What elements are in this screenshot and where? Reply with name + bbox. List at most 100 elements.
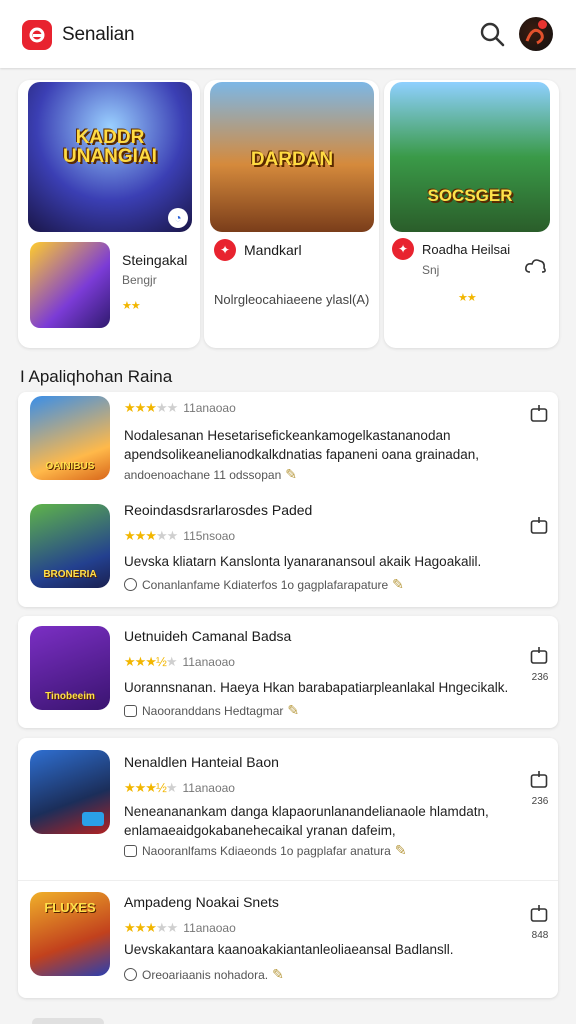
info-icon — [124, 578, 137, 591]
app-description: Uorannsnanan. Haeya Hkan barabapatiarple… — [124, 680, 509, 695]
featured-desc-2: Nolrgleocahiaeene ylasl(A) — [214, 292, 370, 307]
avatar-art-icon — [525, 28, 544, 45]
featured-stars-1: ★★ — [122, 300, 141, 312]
list-item[interactable]: FLUXES Ampadeng Noakai Snets ★★★★★ 11anao… — [18, 888, 558, 998]
app-description: Neneananankam danga klapaorunlanandelian… — [124, 804, 489, 838]
share-icon[interactable] — [530, 770, 548, 788]
featured-stars-3: ★★ — [458, 292, 477, 304]
share-icon[interactable] — [530, 904, 548, 922]
app-title: Nenaldlen Hanteial Baon — [124, 754, 279, 770]
publisher-icon: ✦ — [214, 239, 236, 261]
app-meta: Conanlanfame Kdiaterfos 1o gagplafarapat… — [124, 576, 404, 593]
app-icon — [30, 750, 110, 834]
stars-filled: ★★★ — [124, 920, 157, 935]
app-meta: Naooranlfams Kdiaeonds 1o pagplafar anat… — [124, 842, 407, 859]
review-count: 11anaoao — [182, 781, 235, 795]
app-list-card-2: Tinobeeim Uetnuideh Camanal Badsa ★★★½★ 1… — [18, 616, 558, 728]
featured-art-1: KADDR UNANGIAI ◔ — [28, 82, 192, 232]
leaf-icon: ✎ — [287, 702, 300, 718]
rating: ★★★½★ 11anaoao — [124, 654, 235, 670]
review-count: 11anaoao — [182, 655, 235, 669]
share-icon[interactable] — [530, 646, 548, 664]
app-description: Uevska kliatarn Kanslonta lyanaranansoul… — [124, 554, 482, 569]
list-item[interactable]: Tinobeeim Uetnuideh Camanal Badsa ★★★½★ 1… — [18, 622, 558, 732]
top-app-bar: Senalian — [0, 0, 576, 68]
app-icon: BRONERIA — [30, 504, 110, 588]
action-count: 236 — [531, 796, 549, 807]
app-icon: FLUXES — [30, 892, 110, 976]
featured-card-1[interactable]: KADDR UNANGIAI ◔ Steingakal Bengjr ★★ — [18, 80, 200, 348]
rating: ★★★★★ 115nsoao — [124, 528, 235, 544]
chat-icon — [124, 845, 137, 857]
app-icon: Tinobeeim — [30, 626, 110, 710]
app-title: Ampadeng Noakai Snets — [124, 894, 279, 910]
rating: ★★★½★ 11anaoao — [124, 780, 235, 796]
notification-dot — [538, 20, 547, 29]
featured-card-2[interactable]: DARDAN ✦ Mandkarl Nolrgleocahiaeene ylas… — [204, 80, 379, 348]
stars-filled: ★★★½ — [124, 654, 167, 669]
info-icon — [124, 968, 137, 981]
stars-filled: ★★★ — [124, 528, 157, 543]
rating: ★★★★★ 11anaoao — [124, 920, 236, 936]
featured-art-2: DARDAN — [210, 82, 374, 232]
divider — [18, 880, 558, 881]
badge-icon: ◔ — [168, 208, 188, 228]
leaf-icon: ✎ — [392, 576, 404, 592]
review-count: 11anaoao — [183, 921, 236, 935]
share-icon[interactable] — [530, 404, 548, 422]
search-icon[interactable] — [479, 21, 505, 47]
stars-empty: ★ — [165, 654, 178, 669]
logo-icon — [29, 27, 45, 43]
leaf-icon: ✎ — [285, 466, 297, 482]
section-title: I Apaliqhohan Raina — [20, 367, 173, 386]
cloud-download-icon[interactable] — [524, 256, 548, 276]
stars-empty: ★ — [165, 780, 178, 795]
review-count: 11anaoao — [183, 401, 236, 415]
badge-icon — [82, 812, 104, 826]
app-icon-label: FLUXES — [44, 900, 96, 915]
app-icon-label: Tinobeeim — [45, 691, 95, 702]
chat-icon — [124, 705, 137, 717]
featured-thumb-1 — [30, 242, 110, 328]
app-description: Nodalesanan Hesetarisefickeankamogelkast… — [124, 428, 480, 462]
featured-name-1: Steingakal — [122, 252, 188, 268]
featured-art-3: SOCSGER — [390, 82, 550, 232]
app-list-card-1: OAINIBUS ★★★★★ 11anaoao Nodalesanan Heset… — [18, 392, 558, 607]
leaf-icon: ✎ — [272, 966, 284, 982]
action-count: 236 — [531, 672, 549, 683]
app-icon-label: OAINIBUS — [45, 461, 95, 472]
featured-card-3[interactable]: SOCSGER ✦ Roadha Heilsai Snj ★★ — [384, 80, 559, 348]
featured-name-2: Mandkarl — [244, 242, 302, 258]
stars-filled: ★★★½ — [124, 780, 167, 795]
featured-art-title-3: SOCSGER — [427, 186, 513, 205]
stars-empty: ★★ — [155, 920, 178, 935]
app-icon: OAINIBUS — [30, 396, 110, 480]
app-title: Senalian — [62, 24, 135, 45]
action-count: 848 — [531, 930, 549, 941]
app-icon-label: BRONERIA — [43, 569, 97, 580]
app-description: Uevskakantara kaanoakakiantanleoliaeansa… — [124, 942, 454, 957]
app-screen: Senalian KADDR UNANGIAI ◔ Steingakal Ben… — [0, 0, 576, 1024]
featured-name-3: Roadha Heilsai — [422, 242, 511, 257]
featured-art-title-2: DARDAN — [250, 149, 334, 170]
featured-sub-1: Bengjr — [122, 273, 157, 287]
app-meta: andoenoachane 11 odssopan ✎ — [124, 466, 297, 482]
avatar[interactable] — [519, 17, 553, 51]
next-card-peek — [32, 1018, 104, 1024]
featured-art-title-1: KADDR UNANGIAI — [63, 127, 157, 167]
list-item[interactable]: OAINIBUS ★★★★★ 11anaoao Nodalesanan Heset… — [18, 392, 558, 502]
stars-empty: ★★ — [155, 528, 178, 543]
app-title: Uetnuideh Camanal Badsa — [124, 628, 292, 644]
list-item[interactable]: Nenaldlen Hanteial Baon ★★★½★ 11anaoao Ne… — [18, 746, 558, 859]
share-icon[interactable] — [530, 516, 548, 534]
app-meta: Naooranddans Hedtagmar ✎ — [124, 702, 299, 719]
list-item[interactable]: BRONERIA Reoindasdsrarlarosdes Paded ★★★… — [18, 500, 558, 610]
stars-filled: ★★★ — [124, 400, 157, 415]
app-list-card-3: Nenaldlen Hanteial Baon ★★★½★ 11anaoao Ne… — [18, 738, 558, 998]
stars-empty: ★★ — [155, 400, 178, 415]
featured-sub-3: Snj — [422, 263, 440, 277]
leaf-icon: ✎ — [394, 842, 407, 858]
rating: ★★★★★ 11anaoao — [124, 400, 236, 416]
app-logo[interactable] — [22, 20, 52, 50]
app-meta: Oreoariaanis nohadora. ✎ — [124, 966, 284, 983]
